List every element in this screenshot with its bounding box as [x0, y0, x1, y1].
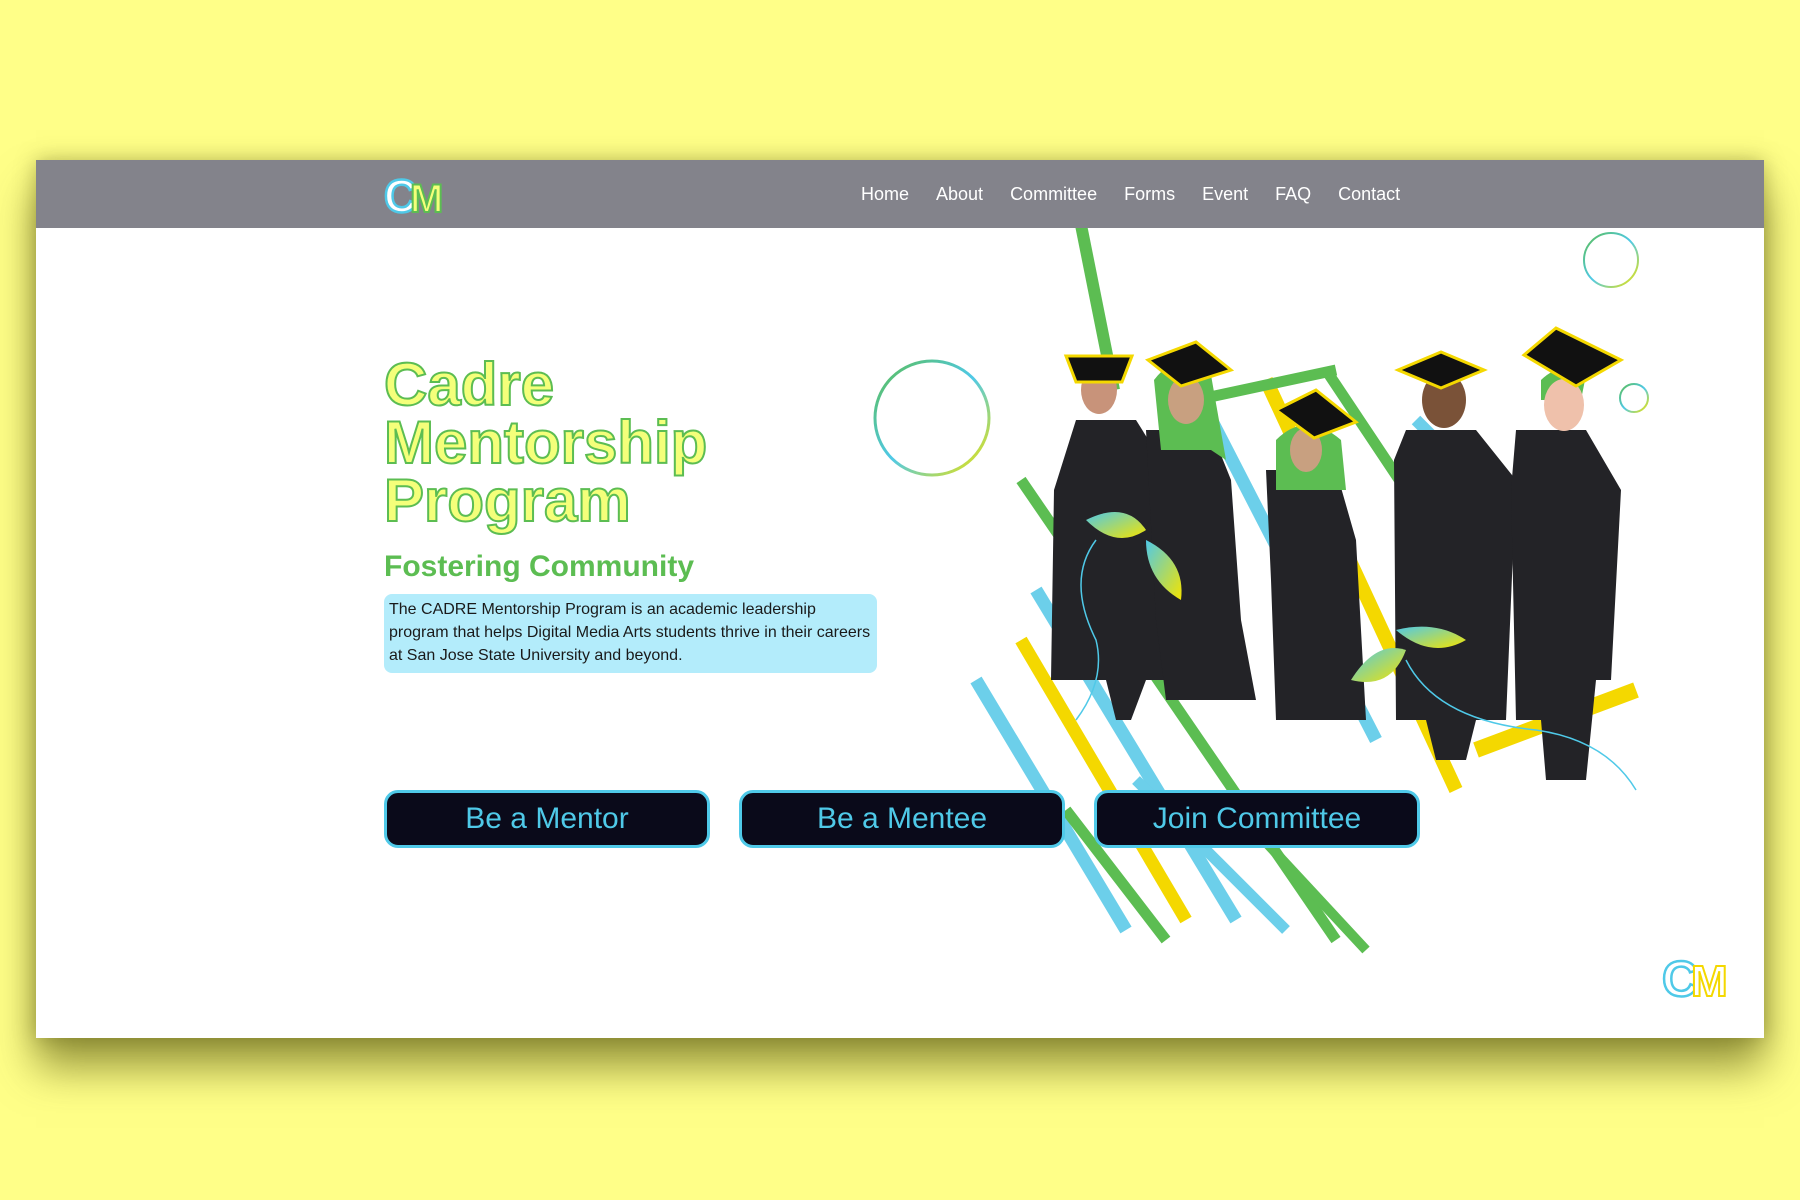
- hero-title-line: Mentorship: [383, 409, 708, 476]
- be-a-mentor-button[interactable]: Be a Mentor: [384, 790, 710, 848]
- svg-text:M: M: [1691, 957, 1728, 1006]
- hero-description: The CADRE Mentorship Program is an acade…: [384, 594, 877, 673]
- nav-faq-link[interactable]: FAQ: [1275, 184, 1311, 205]
- nav-contact-link[interactable]: Contact: [1338, 184, 1400, 205]
- nav-event-link[interactable]: Event: [1202, 184, 1248, 205]
- svg-text:M: M: [410, 177, 443, 220]
- graduates-figures: [1051, 326, 1625, 780]
- main-nav: Home About Committee Forms Event FAQ Con…: [861, 160, 1400, 228]
- nav-home-link[interactable]: Home: [861, 184, 909, 205]
- hero-title-line: Cadre: [383, 351, 555, 418]
- browser-viewport: C M Home About Committee Forms Event FAQ…: [36, 160, 1764, 1038]
- cm-logo-icon[interactable]: C M: [382, 170, 464, 220]
- top-navbar: C M Home About Committee Forms Event FAQ…: [36, 160, 1764, 228]
- hero-subtitle: Fostering Community: [384, 550, 695, 583]
- nav-forms-link[interactable]: Forms: [1124, 184, 1175, 205]
- hero-title: Cadre Mentorship Program: [383, 354, 804, 532]
- hero-illustration: [873, 198, 1649, 954]
- circle-decoration: [1619, 383, 1649, 413]
- be-a-mentee-button[interactable]: Be a Mentee: [739, 790, 1065, 848]
- join-committee-button[interactable]: Join Committee: [1094, 790, 1420, 848]
- circle-decoration: [873, 359, 991, 477]
- hero-title-line: Program: [383, 467, 632, 534]
- nav-committee-link[interactable]: Committee: [1010, 184, 1097, 205]
- nav-about-link[interactable]: About: [936, 184, 983, 205]
- cm-corner-logo-icon: C M: [1661, 950, 1729, 1006]
- circle-decoration: [1583, 232, 1639, 288]
